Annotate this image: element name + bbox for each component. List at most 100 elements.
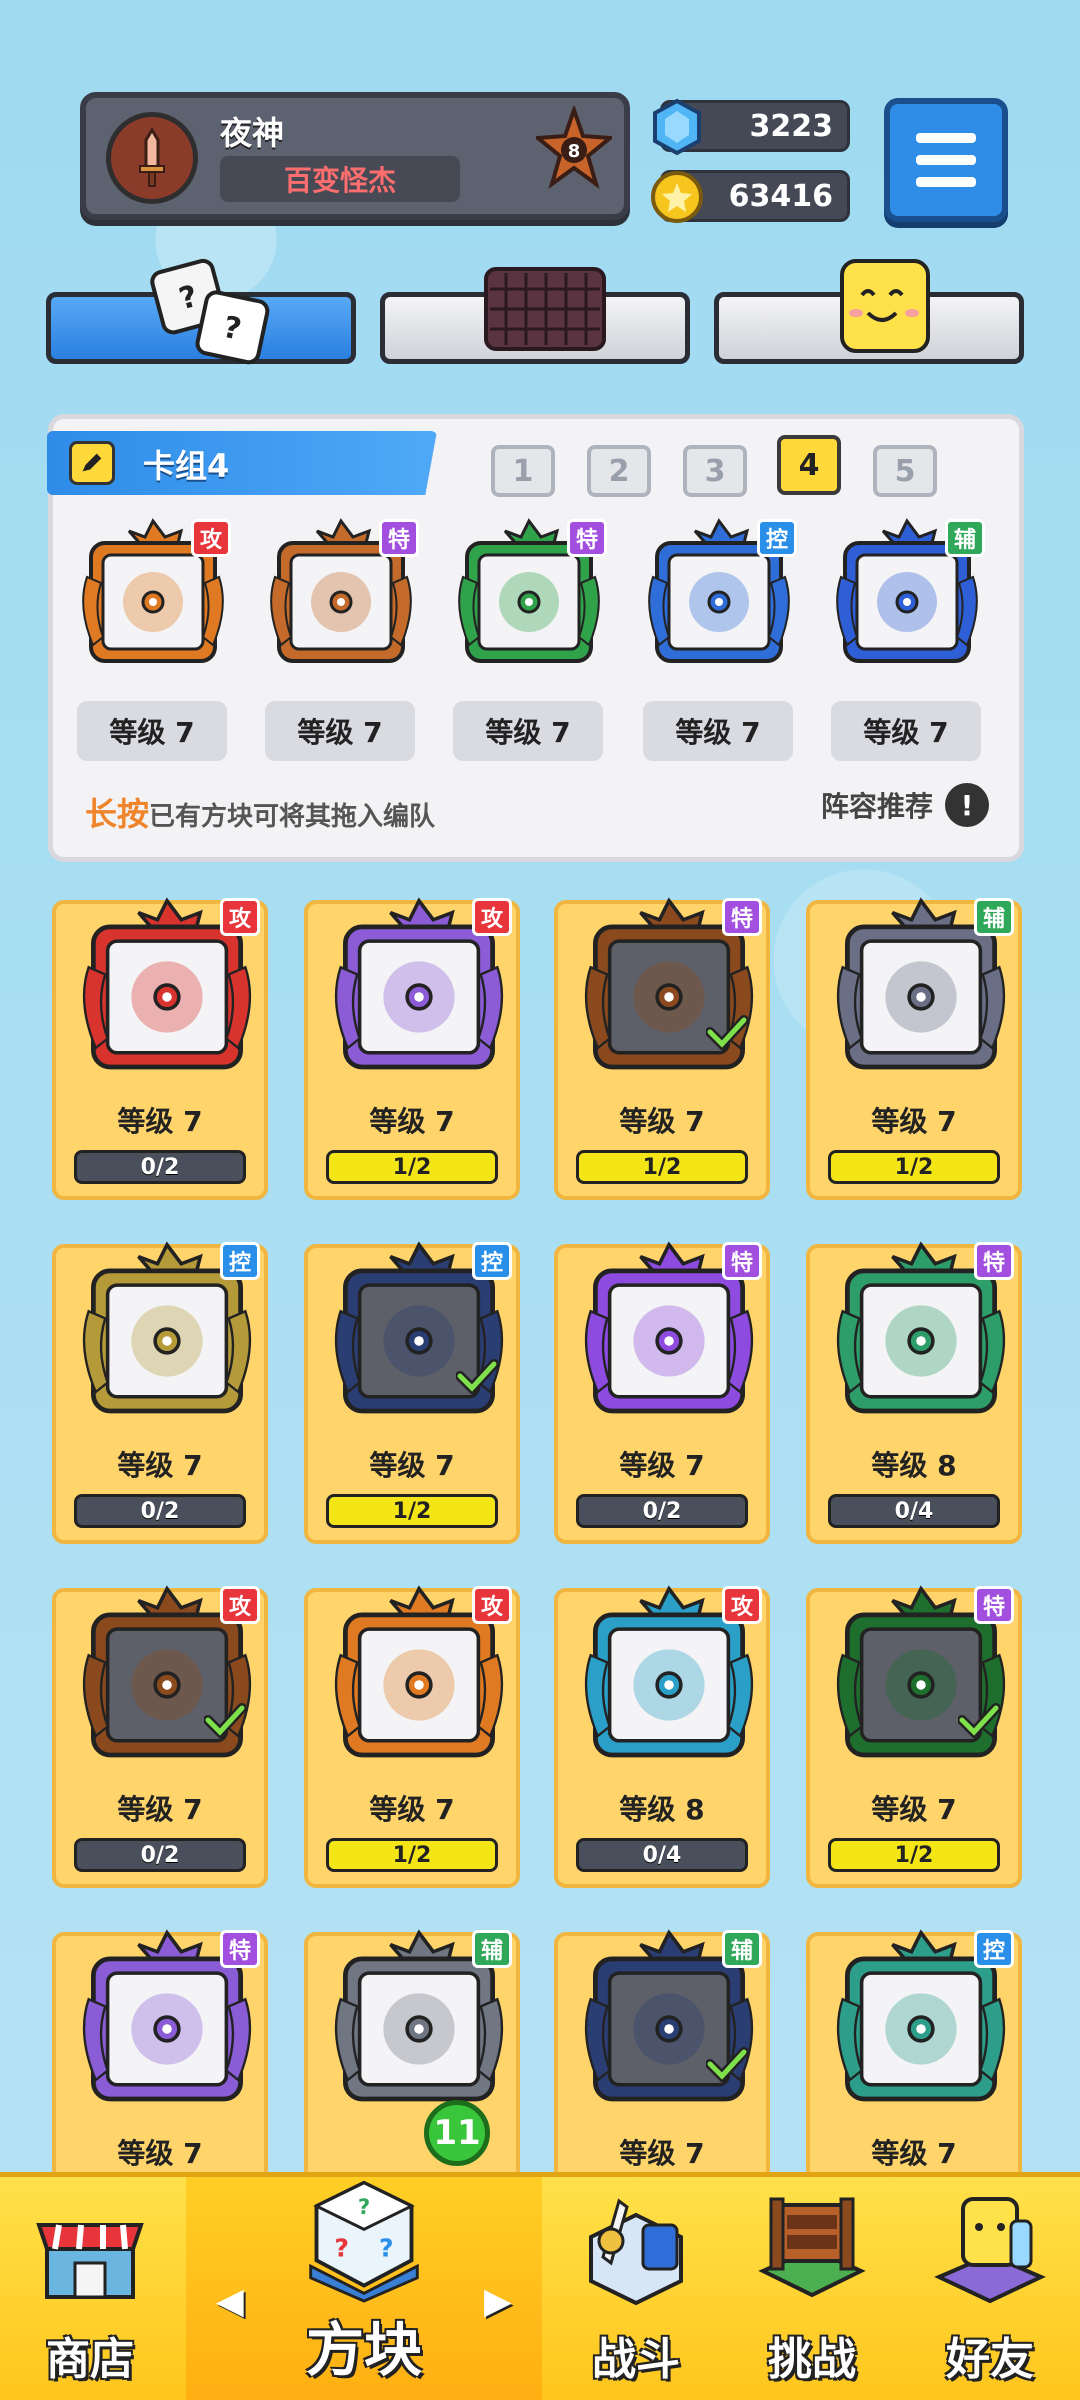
deck-card[interactable]: 攻 xyxy=(73,517,233,687)
card-type-tag: 攻 xyxy=(472,898,512,936)
card-type-tag: 控 xyxy=(974,1930,1014,1968)
mystery-block-icon: ? ? ? xyxy=(309,2180,419,2303)
collection-card-level: 等级 7 xyxy=(369,1105,455,1138)
card-type-tag: 控 xyxy=(472,1242,512,1280)
coin-amount: 63416 xyxy=(728,178,833,214)
card-type-tag: 攻 xyxy=(220,898,260,936)
card-type-tag: 攻 xyxy=(472,1586,512,1624)
card-type-tag: 特 xyxy=(722,1242,762,1280)
card-type-tag: 特 xyxy=(220,1930,260,1968)
collection-card-level: 等级 8 xyxy=(619,1793,705,1826)
nav-blocks[interactable]: ? ? ? 方块 ◀ ▶ xyxy=(186,2177,542,2400)
block-art: 辅 xyxy=(826,896,1016,1086)
collection-card[interactable]: 特等级 7 0/2 xyxy=(554,1241,770,1544)
progress-text: 1/2 xyxy=(642,1154,682,1180)
deck-card[interactable]: 辅 xyxy=(827,517,987,687)
deck-tab-3[interactable]: 3 xyxy=(683,445,747,497)
deck-tab-1[interactable]: 1 xyxy=(491,445,555,497)
profile-panel[interactable]: 夜神 百变怪杰 8 xyxy=(80,92,630,220)
deck-card[interactable]: 特 xyxy=(449,517,609,687)
block-art: 攻 xyxy=(72,1584,262,1774)
block-art: 攻 xyxy=(324,896,514,1086)
deck-card-level: 等级 7 xyxy=(265,701,415,761)
coin-counter[interactable]: 63416 xyxy=(651,170,850,223)
nav-shop[interactable]: 商店 xyxy=(0,2177,180,2400)
block-art: 特 xyxy=(826,1584,1016,1774)
collection-card-level: 等级 7 xyxy=(117,1105,203,1138)
upgrade-progress-bar: 0/4 xyxy=(828,1494,1000,1528)
card-type-tag: 特 xyxy=(379,519,419,557)
collection-card[interactable]: 特等级 8 0/4 xyxy=(806,1241,1022,1544)
upgrade-progress-bar: 1/2 xyxy=(576,1150,748,1184)
collection-card[interactable]: 攻等级 7 1/2 xyxy=(304,897,520,1200)
deck-card-level: 等级 7 xyxy=(77,701,227,761)
collection-card[interactable]: 辅等级 7 1/2 xyxy=(806,897,1022,1200)
card-type-tag: 控 xyxy=(220,1242,260,1280)
collection-card[interactable]: 特等级 7 1/2 xyxy=(806,1585,1022,1888)
collection-card[interactable]: 攻等级 7 1/2 xyxy=(304,1585,520,1888)
grid-board-icon xyxy=(484,267,606,351)
pencil-icon xyxy=(82,453,102,472)
block-art: 攻 xyxy=(574,1584,764,1774)
collection-card[interactable]: 攻等级 7 0/2 xyxy=(52,897,268,1200)
pencil-edit-icon[interactable] xyxy=(69,441,115,485)
card-type-tag: 控 xyxy=(757,519,797,557)
menu-button[interactable] xyxy=(884,98,1008,222)
gem-icon xyxy=(653,98,701,156)
coin-icon xyxy=(651,171,703,223)
card-type-tag: 特 xyxy=(974,1586,1014,1624)
progress-text: 0/2 xyxy=(140,1154,180,1180)
lineup-label: 阵容推荐 xyxy=(820,790,933,823)
upgrade-progress-bar: 1/2 xyxy=(326,1838,498,1872)
prev-arrow-icon[interactable]: ◀ xyxy=(216,2281,244,2322)
block-art: 控 xyxy=(324,1240,514,1430)
deck-tab-5[interactable]: 5 xyxy=(873,445,937,497)
deck-card-level: 等级 7 xyxy=(453,701,603,761)
lineup-recommend-button[interactable]: 阵容推荐 ! xyxy=(821,783,989,827)
card-type-tag: 攻 xyxy=(191,519,231,557)
collection-card[interactable]: 特等级 7 xyxy=(52,1929,268,2182)
collection-card[interactable]: 控等级 7 xyxy=(806,1929,1022,2182)
collection-card[interactable]: 特等级 7 1/2 xyxy=(554,897,770,1200)
menu-line xyxy=(916,133,976,143)
deck-card[interactable]: 控 xyxy=(639,517,799,687)
collection-card[interactable]: 控等级 7 0/2 xyxy=(52,1241,268,1544)
deck-title: 卡组4 xyxy=(143,447,230,485)
collection-card[interactable]: 攻等级 7 0/2 xyxy=(52,1585,268,1888)
equipped-check-icon xyxy=(456,1359,498,1394)
svg-text:?: ? xyxy=(379,2233,394,2262)
deck-tab-2[interactable]: 2 xyxy=(587,445,651,497)
avatar[interactable] xyxy=(106,112,198,204)
menu-line xyxy=(916,177,976,187)
bottom-nav: 商店 ? ? ? 方块 ◀ ▶ 战斗 挑战 好友 xyxy=(0,2172,1080,2400)
tab-blocks[interactable]: ? ? xyxy=(46,258,356,365)
next-arrow-icon[interactable]: ▶ xyxy=(484,2281,512,2322)
card-type-tag: 辅 xyxy=(472,1930,512,1968)
sword-icon xyxy=(139,127,165,187)
nav-challenge[interactable]: 挑战 xyxy=(724,2177,900,2400)
tab-board[interactable] xyxy=(380,267,690,364)
collection-card-level: 等级 7 xyxy=(871,1105,957,1138)
dice-icon: ? ? xyxy=(150,258,270,365)
progress-text: 1/2 xyxy=(392,1498,432,1524)
collection-card[interactable]: 攻等级 8 0/4 xyxy=(554,1585,770,1888)
deck-panel: 卡组4 12345 攻等级 7 特等级 7 特等级 7 控等级 7 辅等级 7 长按已有… xyxy=(47,414,1024,862)
equipped-check-icon xyxy=(958,1703,1000,1738)
gem-counter[interactable]: 3223 xyxy=(653,98,850,156)
block-art: 特 xyxy=(72,1928,262,2118)
nav-friends[interactable]: 好友 xyxy=(900,2177,1080,2400)
collection-card-level: 等级 7 xyxy=(619,1449,705,1482)
block-art: 攻 xyxy=(324,1584,514,1774)
collection-card-level: 等级 7 xyxy=(117,1793,203,1826)
card-type-tag: 攻 xyxy=(220,1586,260,1624)
collection-card[interactable]: 控等级 7 1/2 xyxy=(304,1241,520,1544)
deck-tab-4[interactable]: 4 xyxy=(777,435,841,495)
block-art: 控 xyxy=(826,1928,1016,2118)
progress-text: 0/4 xyxy=(894,1498,934,1524)
collection-card-level: 等级 7 xyxy=(117,1449,203,1482)
equipped-check-icon xyxy=(706,1015,748,1050)
tab-emoji[interactable] xyxy=(714,259,1024,364)
deck-card[interactable]: 特 xyxy=(261,517,421,687)
nav-battle[interactable]: 战斗 xyxy=(548,2177,724,2400)
collection-card[interactable]: 辅等级 7 xyxy=(554,1929,770,2182)
